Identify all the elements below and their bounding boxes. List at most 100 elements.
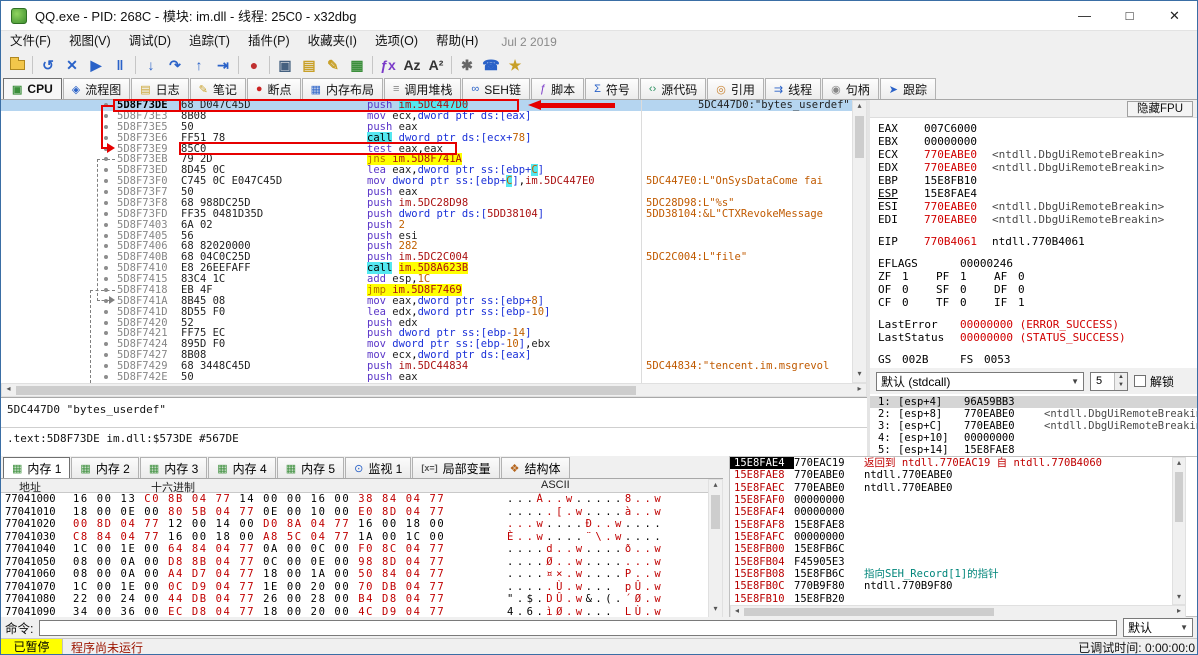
open-file-button[interactable] bbox=[5, 54, 29, 76]
register-line[interactable]: ZF 1 PF 1 AF 0 bbox=[878, 270, 1193, 283]
breakpoint-dot-icon[interactable] bbox=[104, 287, 108, 292]
call-arg-row[interactable]: 4: [esp+10] 00000000 bbox=[870, 432, 1197, 444]
breakpoint-dot-icon[interactable] bbox=[104, 103, 108, 107]
tab-log[interactable]: ▤ 日志 bbox=[131, 78, 189, 99]
breakpoint-dot-icon[interactable] bbox=[104, 179, 108, 184]
cpu-window-button[interactable]: ▣ bbox=[273, 54, 297, 76]
breakpoint-dot-icon[interactable] bbox=[104, 353, 108, 358]
stack-row[interactable]: 15E8FB0C 770B9F80 ntdll.770B9F80 bbox=[730, 580, 1172, 592]
run-to-user-code-button[interactable]: ⇥ bbox=[211, 54, 235, 76]
breakpoint-dot-icon[interactable] bbox=[104, 222, 108, 227]
breakpoint-dot-icon[interactable] bbox=[104, 146, 108, 151]
scrollbar-thumb[interactable] bbox=[16, 386, 636, 395]
disasm-row[interactable]: 5D8F741D 8D55 F0 lea edx,dword ptr ss:[ebp… bbox=[1, 306, 852, 318]
tab-memory-1[interactable]: ▦ 内存 1 bbox=[3, 457, 71, 478]
breakpoint-dot-icon[interactable] bbox=[104, 309, 108, 314]
register-line[interactable]: ESI 770EABE0 <ntdll.DbgUiRemoteBreakin> bbox=[878, 200, 1193, 213]
tab-memory-2[interactable]: ▦ 内存 2 bbox=[71, 457, 139, 478]
tab-source[interactable]: ‹› 源代码 bbox=[639, 78, 707, 99]
menu-item-3[interactable]: 追踪(T) bbox=[180, 31, 239, 52]
breakpoint-dot-icon[interactable] bbox=[104, 244, 108, 249]
call-arg-row[interactable]: 2: [esp+8] 770EABE0 <ntdll.DbgUiRemoteBreak… bbox=[870, 408, 1197, 420]
stack-row[interactable]: 15E8FB10 15E8FB20 bbox=[730, 593, 1172, 605]
dump-row[interactable]: 77041030 C8 84 04 77 16 00 18 00 A8 5C 04… bbox=[1, 531, 708, 544]
tab-memory-4[interactable]: ▦ 内存 4 bbox=[208, 457, 276, 478]
menu-item-6[interactable]: 选项(O) bbox=[366, 31, 427, 52]
step-out-button[interactable]: ↑ bbox=[187, 54, 211, 76]
step-over-button[interactable]: ↷ bbox=[163, 54, 187, 76]
menu-item-7[interactable]: 帮助(H) bbox=[427, 31, 487, 52]
log-window-button[interactable]: ▤ bbox=[297, 54, 321, 76]
tab-seh[interactable]: ∞ SEH链 bbox=[462, 78, 530, 99]
disasm-row[interactable]: 5D8F7403 6A 02 push 2 bbox=[1, 219, 852, 231]
tab-symbols[interactable]: Σ 符号 bbox=[585, 78, 639, 99]
stack-vscrollbar[interactable]: ▴ ▾ bbox=[1172, 457, 1186, 605]
tab-graph[interactable]: ◈ 流程图 bbox=[62, 78, 131, 99]
dump-row[interactable]: 77041070 1C 00 1E 00 0C D9 04 77 1E 00 20… bbox=[1, 581, 708, 594]
breakpoint-dot-icon[interactable] bbox=[104, 135, 108, 140]
breakpoint-dot-icon[interactable] bbox=[104, 168, 108, 173]
step-into-button[interactable]: ↓ bbox=[139, 54, 163, 76]
register-line[interactable]: ESP 15E8FAE4 bbox=[878, 187, 1193, 200]
tab-call-stack[interactable]: ≡ 调用堆栈 bbox=[383, 78, 462, 99]
stack-row[interactable]: 15E8FB00 15E8FB6C bbox=[730, 543, 1172, 555]
dump-row[interactable]: 77041040 1C 00 1E 00 64 84 04 77 0A 00 0C… bbox=[1, 543, 708, 556]
tab-notes[interactable]: ✎ 笔记 bbox=[189, 78, 246, 99]
breakpoint-dot-icon[interactable] bbox=[104, 374, 108, 379]
breakpoint-dot-icon[interactable] bbox=[104, 233, 108, 238]
breakpoint-dot-icon[interactable] bbox=[104, 211, 108, 216]
breakpoint-dot-icon[interactable] bbox=[104, 113, 108, 118]
tab-references[interactable]: ◎ 引用 bbox=[707, 78, 764, 99]
stack-row[interactable]: 15E8FAE4 770EAC19 返回到 ntdll.770EAC19 自 ntd… bbox=[730, 457, 1172, 470]
memory-map-button[interactable]: ▦ bbox=[345, 54, 369, 76]
register-line[interactable]: ECX 770EABE0 <ntdll.DbgUiRemoteBreakin> bbox=[878, 148, 1193, 161]
stack-row[interactable]: 15E8FAF4 00000000 bbox=[730, 506, 1172, 518]
scrollbar-thumb[interactable] bbox=[711, 495, 720, 529]
assemble-az-button[interactable]: Az bbox=[400, 54, 424, 76]
menu-item-1[interactable]: 视图(V) bbox=[60, 31, 120, 52]
minimize-button[interactable]: — bbox=[1062, 1, 1107, 31]
patch-a2-button[interactable]: A² bbox=[424, 54, 448, 76]
tab-trace[interactable]: ➤ 跟踪 bbox=[879, 78, 936, 99]
register-line[interactable]: EDI 770EABE0 <ntdll.DbgUiRemoteBreakin> bbox=[878, 213, 1193, 226]
breakpoint-dot-icon[interactable] bbox=[104, 320, 108, 325]
breakpoint-dot-icon[interactable] bbox=[104, 255, 108, 260]
tab-memory-5[interactable]: ▦ 内存 5 bbox=[276, 457, 345, 478]
disasm-row[interactable]: 5D8F73FD FF35 0481D35D push dword ptr ds:[… bbox=[1, 208, 852, 220]
register-line[interactable]: EBP 15E8FB10 bbox=[878, 174, 1193, 187]
spinner-up-icon[interactable]: ▲ bbox=[1115, 372, 1127, 381]
breakpoint-dot-icon[interactable] bbox=[104, 200, 108, 205]
calculator-fx-button[interactable]: ƒx bbox=[376, 54, 400, 76]
breakpoint-dot-icon[interactable] bbox=[104, 266, 108, 271]
unlock-checkbox[interactable] bbox=[1134, 375, 1146, 387]
register-line[interactable]: EIP 770B4061 ntdll.770B4061 bbox=[878, 235, 1193, 248]
tab-memory-map[interactable]: ▦ 内存布局 bbox=[301, 78, 383, 99]
dump-vscrollbar[interactable]: ▴ ▾ bbox=[708, 479, 723, 618]
scrollbar-thumb[interactable] bbox=[855, 116, 864, 158]
dump-row[interactable]: 77041060 08 00 0A 00 A4 D7 04 77 18 00 1A… bbox=[1, 568, 708, 581]
breakpoint-dot-icon[interactable] bbox=[104, 364, 108, 368]
breakpoint-dot-icon[interactable] bbox=[104, 298, 108, 303]
register-line[interactable]: EBX 00000000 bbox=[878, 135, 1193, 148]
tab-handles[interactable]: ◉ 句柄 bbox=[822, 78, 879, 99]
disasm-row[interactable]: 5D8F742E 50 push eax bbox=[1, 371, 852, 383]
dump-row[interactable]: 77041080 22 00 24 00 44 DB 04 77 26 00 28… bbox=[1, 593, 708, 606]
breakpoint-dot-icon[interactable] bbox=[104, 157, 108, 162]
stack-row[interactable]: 15E8FB08 15E8FB6C 指向SEH_Record[1]的指针 bbox=[730, 568, 1172, 580]
breakpoint-dot-icon[interactable] bbox=[104, 190, 108, 194]
hide-fpu-button[interactable]: 隐藏FPU bbox=[1127, 101, 1193, 117]
report-bug-button[interactable]: ☎ bbox=[479, 54, 503, 76]
stack-row[interactable]: 15E8FAEC 770EABE0 ntdll.770EABE0 bbox=[730, 482, 1172, 494]
register-line[interactable]: EFLAGS 00000246 bbox=[878, 257, 1193, 270]
call-arg-row[interactable]: 5: [esp+14] 15E8FAE8 bbox=[870, 444, 1197, 456]
menu-item-0[interactable]: 文件(F) bbox=[1, 31, 60, 52]
disasm-hscrollbar[interactable]: ◂ ▸ bbox=[1, 383, 867, 397]
restart-button[interactable]: ↺ bbox=[36, 54, 60, 76]
call-arg-row[interactable]: 3: [esp+C] 770EABE0 <ntdll.DbgUiRemoteBreak… bbox=[870, 420, 1197, 432]
breakpoint-dot-icon[interactable] bbox=[104, 124, 108, 129]
breakpoints-button[interactable]: ● bbox=[242, 54, 266, 76]
close-button[interactable]: ✕ bbox=[1152, 1, 1197, 31]
register-line[interactable]: CF 0 TF 0 IF 1 bbox=[878, 296, 1193, 309]
calling-convention-select[interactable]: 默认 (stdcall) ▼ bbox=[876, 371, 1084, 391]
maximize-button[interactable]: □ bbox=[1107, 1, 1152, 31]
